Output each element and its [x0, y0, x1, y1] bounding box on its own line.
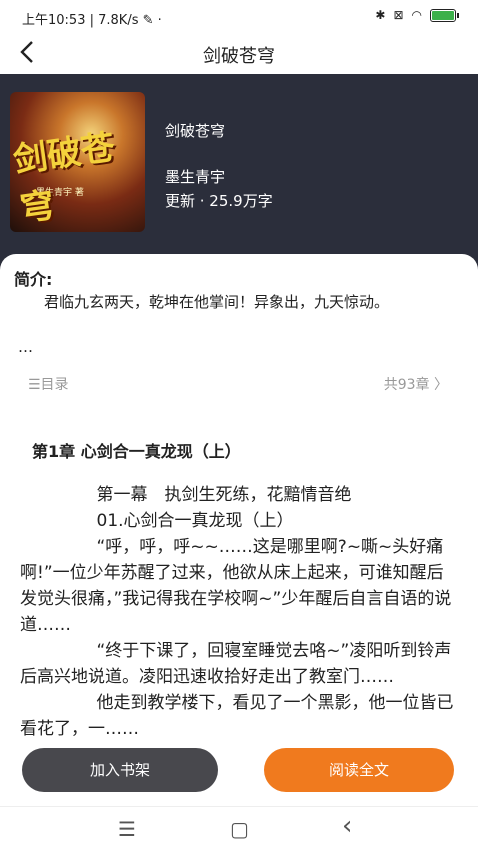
status-right: ✱ ⊠ ◠	[375, 8, 459, 22]
book-info: 更新 · 25.9万字	[165, 192, 273, 210]
menu-icon[interactable]: ☰	[118, 817, 136, 841]
chapter-paragraph: “终于下课了，回寝室睡觉去咯~”凌阳听到铃声后高兴地说道。凌阳迅速收拾好走出了教…	[20, 641, 452, 687]
intro-label: 简介:	[14, 270, 53, 289]
chapter-count-button[interactable]: 共93章 〉	[384, 374, 448, 394]
book-title: 剑破苍穹	[165, 122, 226, 140]
network-speed: 7.8K/s	[98, 13, 139, 28]
bluetooth-icon: ✱	[375, 8, 386, 22]
chapter-body: 第一幕 执剑生死练，花黯情音绝 01.心剑合一真龙现（上） “呼，呼，呼~~………	[20, 482, 456, 742]
chapter-paragraph: “呼，呼，呼~~……这是哪里啊?~嘶~头好痛啊!”一位少年苏醒了过来，他欲从床上…	[20, 537, 452, 635]
chapter-paragraph: 他走到教学楼下，看见了一个黑影，他一位皆已看花了，一……	[20, 693, 454, 739]
add-to-shelf-button[interactable]: 加入书架	[22, 748, 218, 792]
intro-expand[interactable]: …	[18, 338, 33, 356]
cover-title: 剑破苍穹	[10, 127, 118, 230]
title-bar: 剑破苍穹	[0, 34, 478, 74]
chapter-title: 第1章 心剑合一真龙现（上）	[32, 442, 241, 461]
sim-icon: ⊠	[393, 8, 404, 22]
catalog-row: ☰目录 共93章 〉	[0, 372, 478, 400]
chapter-paragraph: 第一幕 执剑生死练，花黯情音绝	[96, 485, 352, 505]
status-time: 上午10:53	[22, 13, 86, 28]
notification-icon: ✎ ·	[142, 13, 162, 28]
book-author[interactable]: 墨生青宇	[165, 166, 225, 187]
book-header: 墨生青宇 著 剑破苍穹 剑破苍穹 墨生青宇 更新 · 25.9万字	[0, 74, 478, 264]
toc-button[interactable]: ☰目录	[28, 374, 69, 394]
system-nav-bar: ☰ ▢ ‹	[0, 806, 478, 850]
read-full-button[interactable]: 阅读全文	[264, 748, 454, 792]
back-icon[interactable]: ‹	[342, 811, 352, 841]
battery-icon	[430, 8, 459, 22]
status-left: 上午10:53 | 7.8K/s ✎ ·	[22, 13, 162, 28]
wifi-icon: ◠	[411, 8, 422, 22]
book-cover[interactable]: 墨生青宇 著 剑破苍穹	[10, 92, 145, 232]
content-sheet: 简介: 君临九玄两天，乾坤在他掌间！异象出，九天惊动。 … ☰目录 共93章 〉…	[0, 254, 478, 814]
page-title: 剑破苍穹	[203, 46, 275, 67]
status-bar: 上午10:53 | 7.8K/s ✎ · ✱ ⊠ ◠	[0, 0, 478, 34]
chapter-paragraph: 01.心剑合一真龙现（上）	[96, 511, 294, 531]
intro-text: 君临九玄两天，乾坤在他掌间！异象出，九天惊动。	[44, 293, 390, 311]
home-icon[interactable]: ▢	[230, 817, 249, 841]
battery-fill	[432, 10, 454, 20]
